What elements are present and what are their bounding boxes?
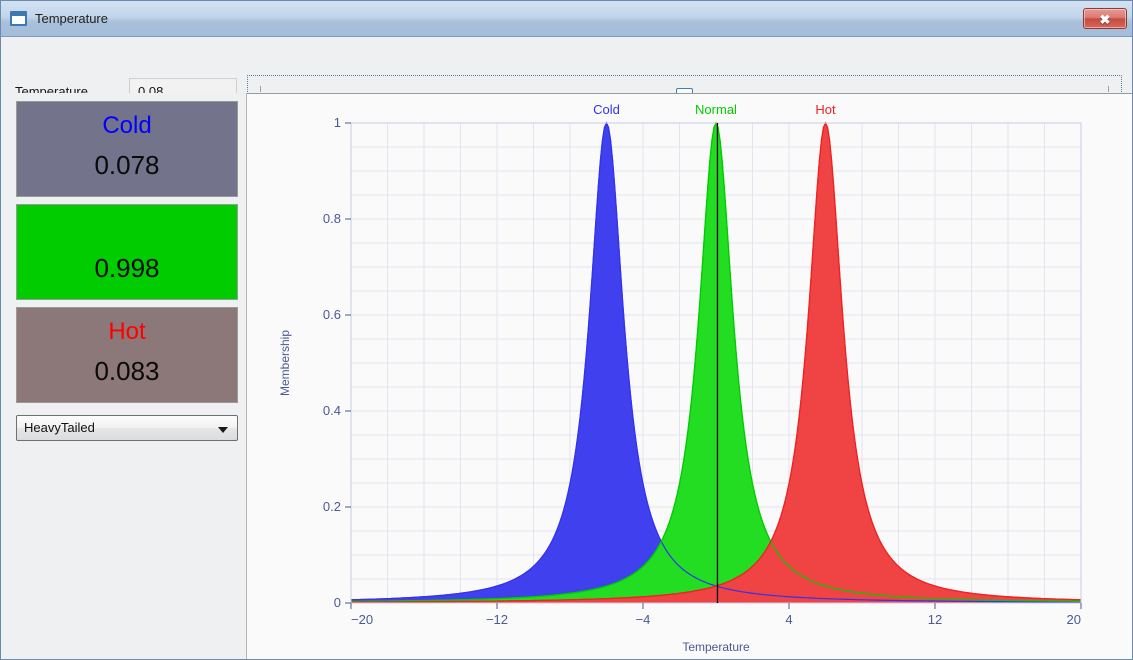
- y-axis-title: Membership: [278, 330, 292, 396]
- title-bar: Temperature ✖: [1, 1, 1132, 37]
- fuzzy-set-box-hot[interactable]: Hot 0.083: [16, 307, 238, 403]
- window-title: Temperature: [35, 11, 108, 26]
- fuzzy-set-value-hot: 0.083: [94, 356, 160, 386]
- x-tick-label: 12: [928, 612, 942, 627]
- membership-function-selected-text: HeavyTailed: [24, 420, 95, 435]
- fuzzy-set-name-normal: Normal: [88, 215, 166, 242]
- temperature-window: Temperature ✖ Temperature 0.08 Cold 0.07…: [0, 0, 1133, 660]
- membership-chart: 0 0.2 0.4 0.6 0.8 1 −20 −12 −4 4 12 20 Temperature Me…: [247, 93, 1132, 659]
- x-tick-label: −20: [351, 612, 373, 627]
- slider-tick-right-top: [1108, 86, 1109, 92]
- x-tick-label: 4: [785, 612, 792, 627]
- close-icon: ✖: [1099, 12, 1111, 27]
- slider-tick-left-top: [260, 86, 261, 92]
- fuzzy-set-name-hot: Hot: [108, 318, 146, 345]
- y-tick-label: 0: [334, 595, 341, 610]
- fuzzy-set-box-cold[interactable]: Cold 0.078: [16, 101, 238, 197]
- fuzzy-set-value-normal: 0.998: [94, 253, 160, 283]
- x-tick-label: −12: [486, 612, 508, 627]
- fuzzy-set-name-cold: Cold: [102, 112, 152, 139]
- chevron-down-icon: [218, 427, 228, 433]
- window-icon: [10, 11, 27, 26]
- x-axis-title: Temperature: [682, 640, 750, 654]
- chart-legend-normal: Normal: [695, 102, 737, 117]
- y-tick-label: 0.4: [323, 403, 341, 418]
- top-control-strip: Temperature 0.08: [1, 37, 1132, 126]
- x-tick-label: 20: [1067, 612, 1081, 627]
- fuzzy-sets-panel: Cold 0.078 Normal 0.998 Hot 0.083 HeavyT…: [1, 93, 247, 659]
- y-tick-label: 1: [334, 115, 341, 130]
- membership-chart-svg: 0 0.2 0.4 0.6 0.8 1 −20 −12 −4 4 12 20 Temperature Me…: [247, 94, 1132, 659]
- membership-function-select[interactable]: HeavyTailed: [16, 415, 238, 441]
- chart-legend-cold: Cold: [593, 102, 620, 117]
- fuzzy-set-box-normal[interactable]: Normal 0.998: [16, 204, 238, 300]
- y-tick-label: 0.6: [323, 307, 341, 322]
- chart-legend-hot: Hot: [815, 102, 836, 117]
- x-tick-label: −4: [636, 612, 651, 627]
- y-tick-label: 0.2: [323, 499, 341, 514]
- fuzzy-set-value-cold: 0.078: [94, 150, 160, 180]
- close-button[interactable]: ✖: [1083, 8, 1127, 29]
- y-tick-label: 0.8: [323, 211, 341, 226]
